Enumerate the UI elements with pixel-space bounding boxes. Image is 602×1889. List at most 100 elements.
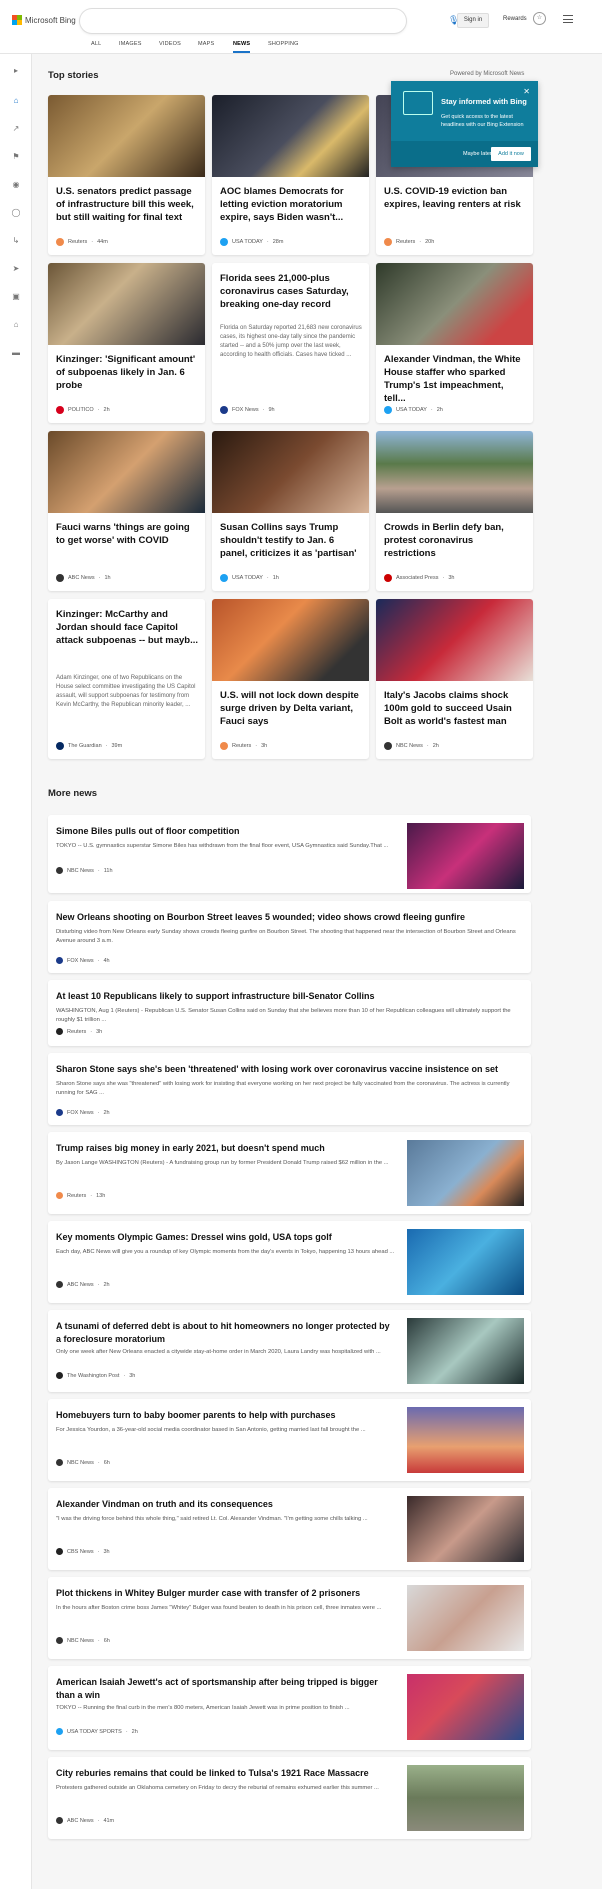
tab-videos[interactable]: VIDEOS — [159, 41, 181, 51]
story-card[interactable]: Alexander Vindman, the White House staff… — [376, 263, 533, 423]
news-thumbnail[interactable] — [407, 1674, 524, 1740]
story-title[interactable]: Alexander Vindman, the White House staff… — [384, 353, 526, 405]
news-thumbnail[interactable] — [407, 1765, 524, 1831]
story-card[interactable]: Fauci warns 'things are going to get wor… — [48, 431, 205, 591]
news-list-item[interactable]: Alexander Vindman on truth and its conse… — [48, 1488, 531, 1570]
story-title[interactable]: Kinzinger: McCarthy and Jordan should fa… — [56, 608, 198, 647]
story-image[interactable] — [48, 263, 205, 345]
news-list-item[interactable]: New Orleans shooting on Bourbon Street l… — [48, 901, 531, 973]
story-image[interactable] — [212, 599, 369, 681]
story-title[interactable]: U.S. will not lock down despite surge dr… — [220, 689, 362, 728]
news-time: 41m — [103, 1817, 115, 1824]
separator: · — [255, 743, 258, 749]
news-title[interactable]: Key moments Olympic Games: Dressel wins … — [56, 1231, 396, 1244]
expand-icon[interactable]: ▸ — [11, 66, 21, 76]
story-title[interactable]: Florida sees 21,000-plus coronavirus cas… — [220, 272, 362, 311]
news-list-item[interactable]: Homebuyers turn to baby boomer parents t… — [48, 1399, 531, 1481]
chart-icon[interactable]: ↳ — [11, 236, 21, 246]
news-title[interactable]: City reburies remains that could be link… — [56, 1767, 396, 1780]
sign-in-button[interactable]: Sign in — [457, 13, 489, 28]
story-card[interactable]: U.S. will not lock down despite surge dr… — [212, 599, 369, 759]
globe-icon[interactable]: ◯ — [11, 208, 21, 218]
tab-images[interactable]: IMAGES — [119, 41, 142, 51]
news-title[interactable]: Trump raises big money in early 2021, bu… — [56, 1142, 396, 1155]
institution-icon[interactable]: ⌂ — [11, 320, 21, 330]
news-title[interactable]: Simone Biles pulls out of floor competit… — [56, 825, 396, 838]
story-card[interactable]: Kinzinger: McCarthy and Jordan should fa… — [48, 599, 205, 759]
home-icon[interactable]: ⌂ — [11, 96, 21, 106]
separator: · — [97, 1637, 100, 1644]
story-card[interactable]: U.S. senators predict passage of infrast… — [48, 95, 205, 255]
search-input[interactable] — [92, 14, 332, 23]
news-list-item[interactable]: Trump raises big money in early 2021, bu… — [48, 1132, 531, 1214]
separator: · — [97, 1459, 100, 1466]
news-title[interactable]: Plot thickens in Whitey Bulger murder ca… — [56, 1587, 396, 1600]
story-image[interactable] — [212, 95, 369, 177]
news-title[interactable]: Sharon Stone says she's been 'threatened… — [56, 1063, 521, 1076]
story-title[interactable]: Susan Collins says Trump shouldn't testi… — [220, 521, 362, 560]
news-title[interactable]: At least 10 Republicans likely to suppor… — [56, 990, 521, 1003]
news-list-item[interactable]: Plot thickens in Whitey Bulger murder ca… — [48, 1577, 531, 1659]
story-image[interactable] — [48, 431, 205, 513]
story-card[interactable]: Susan Collins says Trump shouldn't testi… — [212, 431, 369, 591]
story-card[interactable]: Crowds in Berlin defy ban, protest coron… — [376, 431, 533, 591]
menu-icon[interactable] — [563, 15, 573, 23]
story-image[interactable] — [212, 431, 369, 513]
tab-maps[interactable]: MAPS — [198, 41, 214, 51]
story-title[interactable]: U.S. COVID-19 eviction ban expires, leav… — [384, 185, 526, 211]
source-logo-icon — [56, 1817, 63, 1824]
story-title[interactable]: Crowds in Berlin defy ban, protest coron… — [384, 521, 526, 560]
news-list-item[interactable]: City reburies remains that could be link… — [48, 1757, 531, 1839]
news-list-item[interactable]: Key moments Olympic Games: Dressel wins … — [48, 1221, 531, 1303]
story-card[interactable]: Florida sees 21,000-plus coronavirus cas… — [212, 263, 369, 423]
news-thumbnail[interactable] — [407, 1585, 524, 1651]
story-title[interactable]: U.S. senators predict passage of infrast… — [56, 185, 198, 224]
close-icon[interactable]: ✕ — [523, 87, 530, 96]
news-thumbnail[interactable] — [407, 823, 524, 889]
news-thumbnail[interactable] — [407, 1229, 524, 1295]
story-image[interactable] — [376, 263, 533, 345]
news-list-item[interactable]: At least 10 Republicans likely to suppor… — [48, 980, 531, 1046]
story-title[interactable]: Kinzinger: 'Significant amount' of subpo… — [56, 353, 198, 392]
rocket-icon[interactable]: ➤ — [11, 264, 21, 274]
rewards-link[interactable]: Rewards — [503, 16, 527, 22]
tab-news[interactable]: NEWS — [233, 41, 251, 53]
location-icon[interactable]: ◉ — [11, 180, 21, 190]
flag-icon[interactable]: ⚑ — [11, 152, 21, 162]
news-title[interactable]: New Orleans shooting on Bourbon Street l… — [56, 911, 521, 924]
maybe-later-button[interactable]: Maybe later — [463, 151, 492, 157]
story-title[interactable]: AOC blames Democrats for letting evictio… — [220, 185, 362, 224]
news-thumbnail[interactable] — [407, 1407, 524, 1473]
news-title[interactable]: Homebuyers turn to baby boomer parents t… — [56, 1409, 396, 1422]
story-card[interactable]: AOC blames Democrats for letting evictio… — [212, 95, 369, 255]
story-image[interactable] — [48, 95, 205, 177]
story-card[interactable]: Kinzinger: 'Significant amount' of subpo… — [48, 263, 205, 423]
tab-shopping[interactable]: SHOPPING — [268, 41, 299, 51]
story-card[interactable]: Italy's Jacobs claims shock 100m gold to… — [376, 599, 533, 759]
news-thumbnail[interactable] — [407, 1140, 524, 1206]
news-title[interactable]: Alexander Vindman on truth and its conse… — [56, 1498, 396, 1511]
tab-all[interactable]: ALL — [91, 41, 101, 51]
news-title[interactable]: A tsunami of deferred debt is about to h… — [56, 1320, 396, 1346]
news-thumbnail[interactable] — [407, 1318, 524, 1384]
add-it-now-button[interactable]: Add it now — [491, 147, 531, 161]
story-source: POLITICO · 2h — [56, 406, 110, 414]
news-list-item[interactable]: Simone Biles pulls out of floor competit… — [48, 815, 531, 893]
bing-logo[interactable]: Microsoft Bing — [12, 15, 76, 25]
story-image[interactable] — [376, 599, 533, 681]
card-icon[interactable]: ▬ — [11, 348, 21, 358]
source-logo-icon — [56, 742, 64, 750]
story-title[interactable]: Italy's Jacobs claims shock 100m gold to… — [384, 689, 526, 728]
video-icon[interactable]: ▣ — [11, 292, 21, 302]
news-title[interactable]: American Isaiah Jewett's act of sportsma… — [56, 1676, 396, 1702]
search-box[interactable]: 🎙 — [80, 9, 479, 33]
story-image[interactable] — [376, 431, 533, 513]
trending-icon[interactable]: ↗ — [11, 124, 21, 134]
news-list-item[interactable]: A tsunami of deferred debt is about to h… — [48, 1310, 531, 1392]
news-list-item[interactable]: Sharon Stone says she's been 'threatened… — [48, 1053, 531, 1125]
story-title[interactable]: Fauci warns 'things are going to get wor… — [56, 521, 198, 547]
news-thumbnail[interactable] — [407, 1496, 524, 1562]
news-list-item[interactable]: American Isaiah Jewett's act of sportsma… — [48, 1666, 531, 1750]
rewards-medal-icon[interactable]: ☆ — [533, 12, 546, 25]
story-source: Reuters · 3h — [220, 742, 267, 750]
